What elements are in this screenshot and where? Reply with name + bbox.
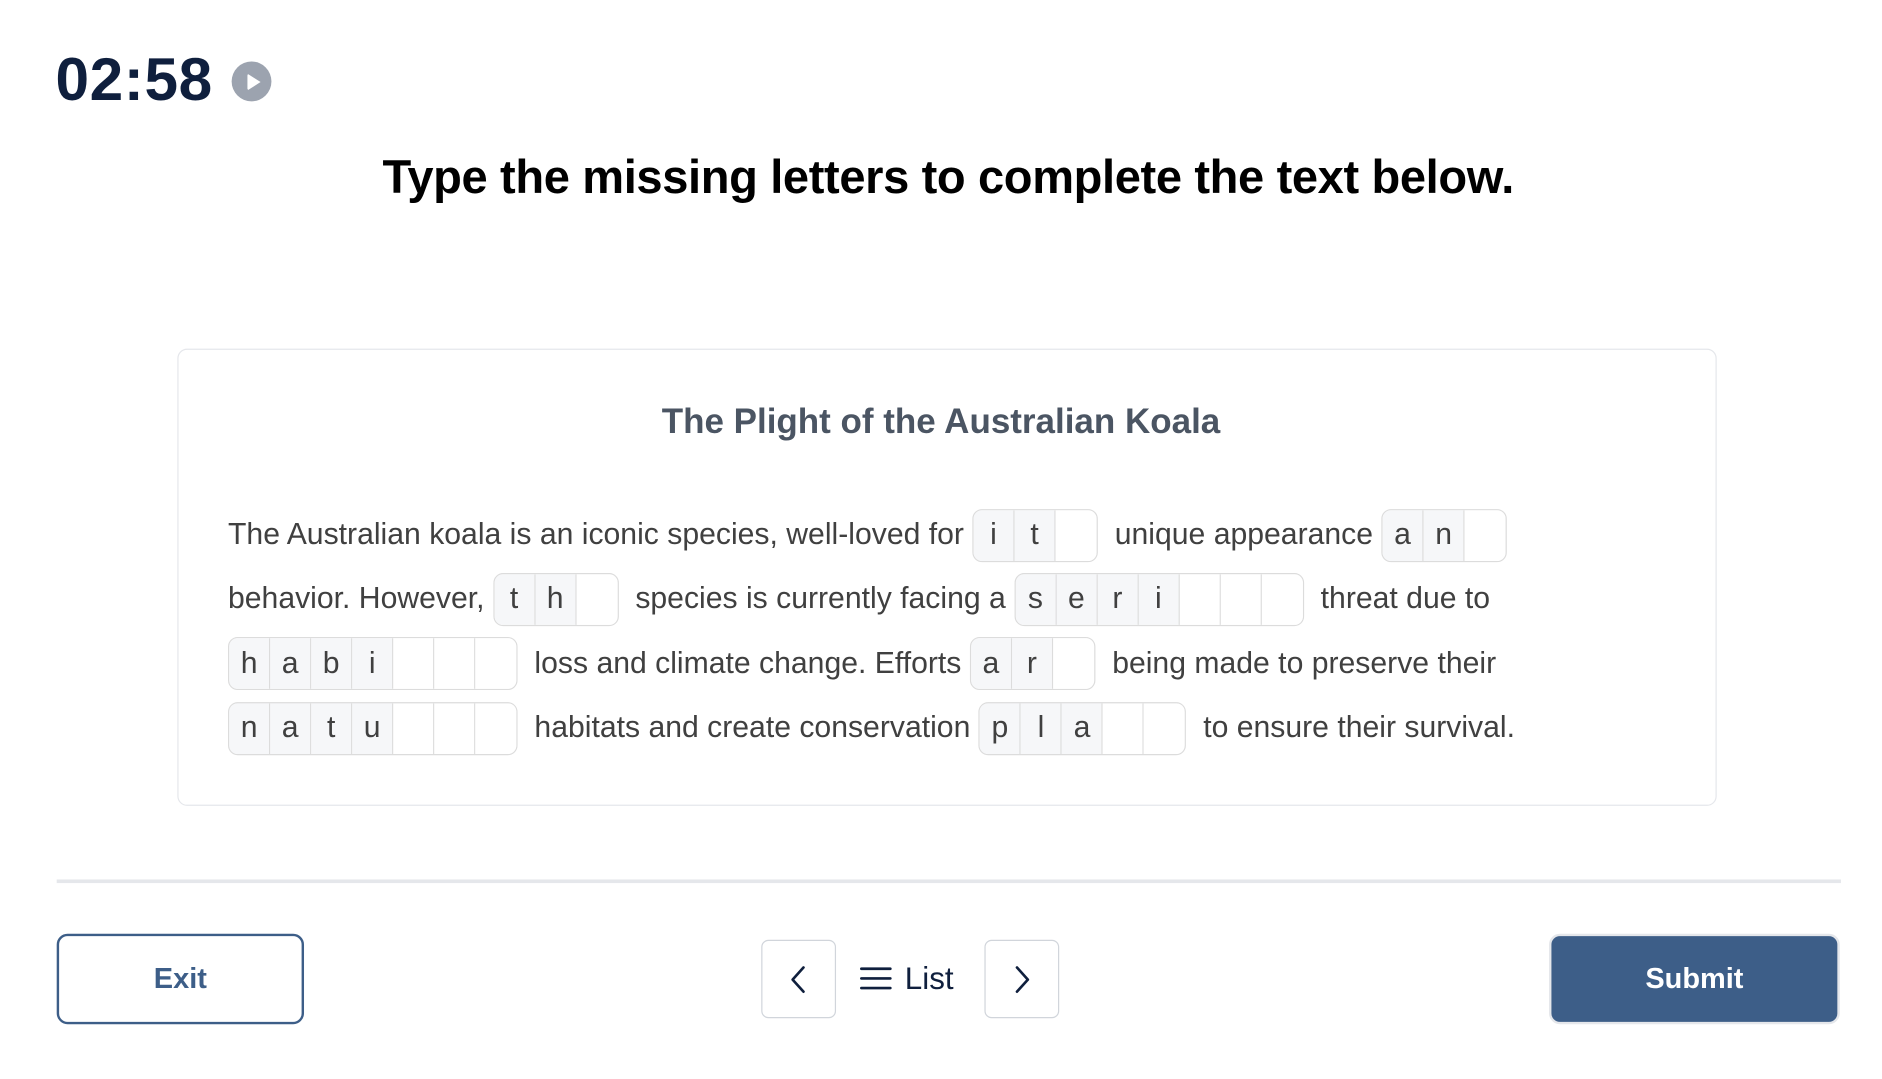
letter-input-cell[interactable] xyxy=(393,702,435,754)
exit-button[interactable]: Exit xyxy=(56,933,305,1025)
timer: 02:58 xyxy=(55,43,272,115)
missing-word-field: ar xyxy=(969,637,1096,691)
letter-input-cell[interactable] xyxy=(475,638,517,690)
given-letter-cell: r xyxy=(1012,638,1054,690)
given-letter-cell: b xyxy=(311,638,353,690)
letter-input[interactable] xyxy=(1103,702,1143,754)
timer-value: 02:58 xyxy=(55,45,213,114)
given-letter-cell: h xyxy=(229,638,271,690)
instruction-heading: Type the missing letters to complete the… xyxy=(382,152,1514,204)
letter-input-cell[interactable] xyxy=(576,574,618,625)
passage-text: species is currently facing a xyxy=(635,582,1006,616)
given-letter-cell: p xyxy=(980,702,1022,754)
letter-input-cell[interactable] xyxy=(1144,702,1186,754)
given-letter-cell: t xyxy=(311,702,353,754)
letter-input-cell[interactable] xyxy=(475,702,517,754)
given-letter-cell: l xyxy=(1021,702,1063,754)
given-letter-cell: n xyxy=(229,702,271,754)
list-button-label: List xyxy=(904,959,954,996)
given-letter-cell: r xyxy=(1097,574,1139,625)
passage-line: The Australian koala is an iconic specie… xyxy=(228,503,1579,567)
given-letter-cell: a xyxy=(1062,702,1104,754)
footer-divider xyxy=(56,879,1841,884)
missing-word-field: habi xyxy=(228,637,518,691)
passage-text: to ensure their survival. xyxy=(1203,710,1515,745)
submit-button[interactable]: Submit xyxy=(1549,933,1840,1025)
given-letter-cell: a xyxy=(270,638,312,690)
passage-text: being made to preserve their xyxy=(1112,646,1497,681)
letter-input[interactable] xyxy=(1261,574,1303,625)
letter-input-cell[interactable] xyxy=(1103,702,1145,754)
passage-text: loss and climate change. Efforts xyxy=(534,646,962,681)
missing-word-field: seri xyxy=(1014,572,1304,627)
letter-input-cell[interactable] xyxy=(1055,509,1097,561)
missing-word-field: pla xyxy=(978,701,1187,755)
given-letter-cell: t xyxy=(1014,509,1056,561)
previous-button[interactable] xyxy=(761,939,837,1019)
chevron-right-icon xyxy=(1015,965,1030,993)
letter-input-cell[interactable] xyxy=(434,638,476,690)
letter-input-cell[interactable] xyxy=(434,702,476,754)
letter-input[interactable] xyxy=(475,638,517,690)
letter-input[interactable] xyxy=(434,638,475,690)
passage-text: The Australian koala is an iconic specie… xyxy=(228,517,964,552)
given-letter-cell: a xyxy=(971,638,1013,690)
letter-input-cell[interactable] xyxy=(393,638,435,690)
given-letter-cell: n xyxy=(1423,509,1465,561)
given-letter-cell: i xyxy=(973,509,1015,561)
letter-input[interactable] xyxy=(1053,638,1095,690)
passage-body: The Australian koala is an iconic specie… xyxy=(228,503,1579,760)
given-letter-cell: a xyxy=(270,702,312,754)
given-letter-cell: h xyxy=(535,574,577,625)
passage-line: h a b i loss and climate change. Efforts a r be… xyxy=(228,632,1579,696)
letter-input-cell[interactable] xyxy=(1220,574,1262,625)
letter-input[interactable] xyxy=(1220,574,1261,625)
given-letter-cell: i xyxy=(352,638,394,690)
given-letter-cell: e xyxy=(1056,574,1098,625)
submit-button-label: Submit xyxy=(1645,962,1744,995)
list-button[interactable]: List xyxy=(859,948,954,1008)
next-button[interactable] xyxy=(984,939,1060,1019)
letter-input[interactable] xyxy=(393,702,434,754)
letter-input-cell[interactable] xyxy=(1053,638,1095,690)
letter-input[interactable] xyxy=(1179,574,1220,625)
letter-input[interactable] xyxy=(393,638,434,690)
passage-line: behavior. However, t h species is currently… xyxy=(228,567,1579,631)
hamburger-menu-icon xyxy=(860,967,892,990)
play-circle-icon[interactable] xyxy=(232,60,272,101)
passage-text: threat due to xyxy=(1320,582,1491,616)
missing-word-field: th xyxy=(492,572,619,627)
given-letter-cell: i xyxy=(1138,574,1180,625)
letter-input-cell[interactable] xyxy=(1179,574,1221,625)
given-letter-cell: s xyxy=(1015,574,1057,625)
passage-text: unique appearance xyxy=(1114,517,1374,552)
chevron-left-icon xyxy=(791,965,805,993)
passage-title: The Plight of the Australian Koala xyxy=(661,402,1221,442)
missing-word-field: it xyxy=(972,508,1098,562)
passage-text: behavior. However, xyxy=(228,582,485,616)
passage-line: n a t u habitats and create conservation p l a t… xyxy=(228,696,1579,760)
letter-input[interactable] xyxy=(434,702,475,754)
exit-button-label: Exit xyxy=(153,962,207,995)
letter-input[interactable] xyxy=(1464,509,1506,561)
given-letter-cell: a xyxy=(1382,509,1424,561)
letter-input-cell[interactable] xyxy=(1464,509,1506,561)
test-page: 02:58 Type the missing letters to comple… xyxy=(0,0,1882,1079)
passage-text: habitats and create conservation xyxy=(534,710,971,745)
letter-input[interactable] xyxy=(1055,509,1097,561)
letter-input[interactable] xyxy=(576,574,618,625)
letter-input[interactable] xyxy=(1144,702,1186,754)
given-letter-cell: u xyxy=(352,702,394,754)
given-letter-cell: t xyxy=(494,574,536,625)
missing-word-field: natu xyxy=(228,701,518,755)
letter-input[interactable] xyxy=(475,702,517,754)
letter-input-cell[interactable] xyxy=(1261,574,1303,625)
missing-word-field: an xyxy=(1381,508,1507,562)
